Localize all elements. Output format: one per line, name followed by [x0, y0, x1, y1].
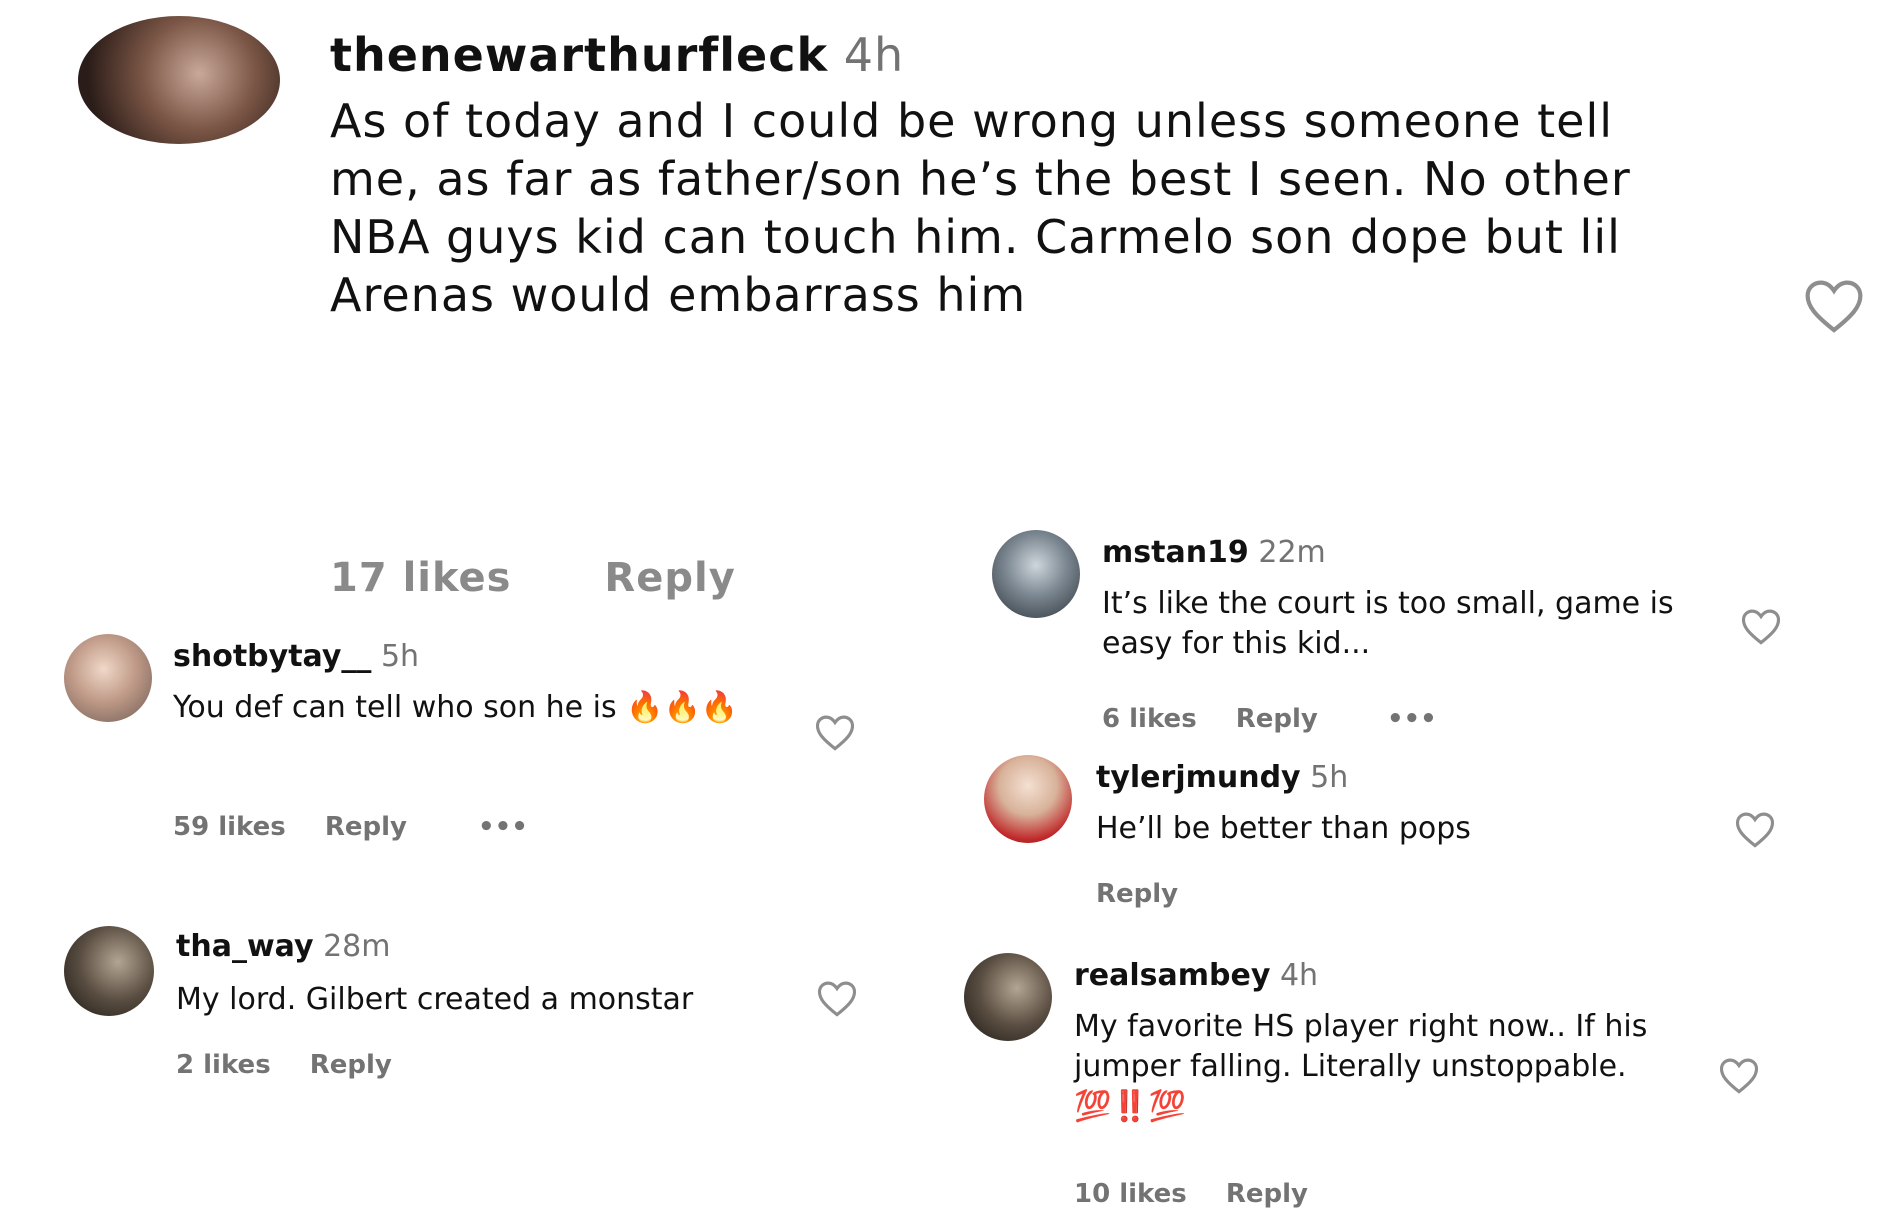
heart-outline-icon[interactable] [816, 978, 858, 1018]
reply-button[interactable]: Reply [1096, 879, 1178, 909]
comment-meta: 2 likes Reply [176, 1050, 392, 1080]
timestamp: 5h [1310, 760, 1349, 795]
avatar[interactable] [964, 953, 1052, 1041]
username-link[interactable]: shotbytay__ [173, 639, 371, 674]
likes-count[interactable]: 6 likes [1102, 704, 1197, 734]
avatar[interactable] [78, 16, 280, 144]
likes-count[interactable]: 2 likes [176, 1050, 271, 1080]
timestamp: 4h [1279, 958, 1319, 993]
username-link[interactable]: realsambey [1074, 958, 1270, 993]
comment-meta: 6 likes Reply ••• [1102, 704, 1437, 734]
comment-text: You def can tell who son he is [173, 690, 617, 725]
more-dots-icon[interactable]: ••• [1387, 704, 1437, 734]
heart-outline-icon[interactable] [1786, 276, 1882, 334]
comment-meta: 10 likes Reply [1074, 1179, 1308, 1209]
comment-meta: 59 likes Reply ••• [173, 812, 528, 842]
comment-realsambey: realsambey 4h My favorite HS player righ… [960, 945, 1900, 1222]
reply-button[interactable]: Reply [325, 812, 407, 842]
avatar[interactable] [64, 926, 154, 1016]
heart-outline-icon[interactable] [814, 712, 856, 752]
avatar[interactable] [984, 755, 1072, 843]
timestamp: 22m [1258, 535, 1326, 570]
avatar[interactable] [992, 530, 1080, 618]
comment-text: It’s like the court is too small, game i… [1102, 586, 1674, 661]
heart-outline-icon[interactable] [1718, 1055, 1760, 1095]
comment-shotbytay: shotbytay__ 5h You def can tell who son … [0, 620, 900, 870]
hundred-emoji: 💯‼️💯 [1074, 1089, 1187, 1124]
avatar[interactable] [64, 634, 152, 722]
comment-header: tha_way 28m [176, 932, 391, 962]
timestamp: 28m [323, 929, 391, 964]
comment-header: shotbytay__ 5h [173, 642, 419, 672]
username-link[interactable]: mstan19 [1102, 535, 1249, 570]
heart-outline-icon[interactable] [1734, 809, 1776, 849]
comment-text: My favorite HS player right now.. If his… [1074, 1009, 1648, 1084]
comment-text: He’ll be better than pops [1096, 811, 1471, 846]
comment-tylerjmundy: tylerjmundy 5h He’ll be better than pops… [980, 745, 1900, 925]
heart-outline-icon[interactable] [1740, 606, 1782, 646]
timestamp: 5h [380, 639, 420, 674]
reply-button[interactable]: Reply [604, 555, 735, 601]
reply-button[interactable]: Reply [1236, 704, 1318, 734]
likes-count[interactable]: 17 likes [330, 555, 511, 601]
reply-button[interactable]: Reply [310, 1050, 392, 1080]
comment-text: As of today and I could be wrong unless … [330, 94, 1631, 322]
username-link[interactable]: thenewarthurfleck [330, 28, 828, 82]
username-link[interactable]: tylerjmundy [1096, 760, 1301, 795]
reply-button[interactable]: Reply [1226, 1179, 1308, 1209]
comment-meta: Reply [1096, 879, 1178, 909]
username-link[interactable]: tha_way [176, 929, 314, 964]
comment-body: You def can tell who son he is 🔥🔥🔥 [173, 688, 793, 728]
comment-meta: 17 likes Reply [330, 555, 736, 601]
comment-header: tylerjmundy 5h [1096, 763, 1348, 793]
likes-count[interactable]: 10 likes [1074, 1179, 1187, 1209]
comment-tha-way: tha_way 28m My lord. Gilbert created a m… [0, 900, 900, 1100]
likes-count[interactable]: 59 likes [173, 812, 286, 842]
comment-header: mstan19 22m [1102, 538, 1326, 568]
fire-emoji: 🔥🔥🔥 [626, 690, 739, 725]
comment-header: realsambey 4h [1074, 961, 1318, 991]
comment-header: thenewarthurfleck 4h [330, 32, 904, 78]
comment-mstan19: mstan19 22m It’s like the court is too s… [980, 520, 1900, 740]
timestamp: 4h [843, 28, 905, 82]
comment-body: My favorite HS player right now.. If his… [1074, 1007, 1674, 1127]
comment-text: My lord. Gilbert created a monstar [176, 982, 694, 1017]
more-dots-icon[interactable]: ••• [478, 812, 528, 842]
comment-thenewarthurfleck: thenewarthurfleck 4h As of today and I c… [0, 0, 1900, 601]
